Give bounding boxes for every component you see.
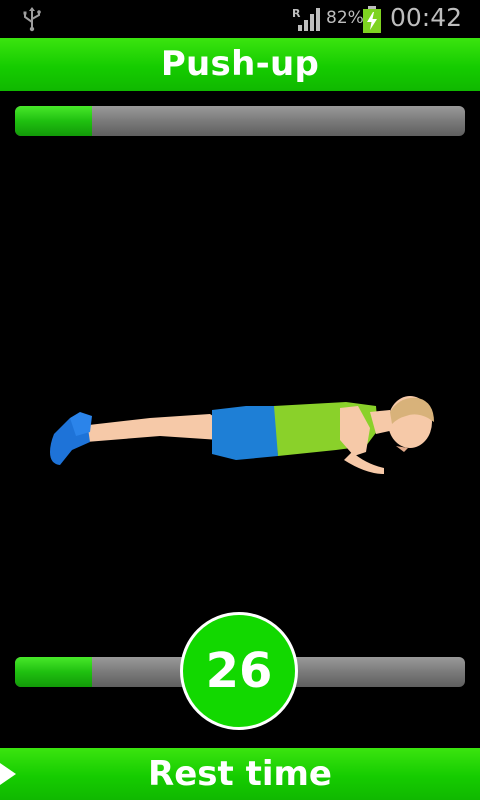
usb-icon [23,7,41,32]
push-up-figure [50,396,434,474]
title-bar: Push-up [0,38,480,91]
roaming-indicator: R [292,7,301,20]
rest-time-label: Rest time [148,754,332,794]
countdown-timer: 26 [180,612,298,730]
rest-time-bar[interactable]: Rest time [0,748,480,800]
clock-time: 00:42 [390,3,463,32]
play-icon[interactable] [0,761,18,787]
exercise-title: Push-up [160,44,320,84]
battery-charging-icon [363,6,381,33]
battery-percent: 82% [326,8,364,28]
countdown-value: 26 [205,643,273,699]
rest-progress-fill [15,657,92,687]
roaming-signal-icon: R [292,7,320,31]
exercise-progress-fill [15,106,92,136]
status-bar: R 82% 00:42 [0,0,480,38]
exercise-progress-bar [15,106,465,136]
